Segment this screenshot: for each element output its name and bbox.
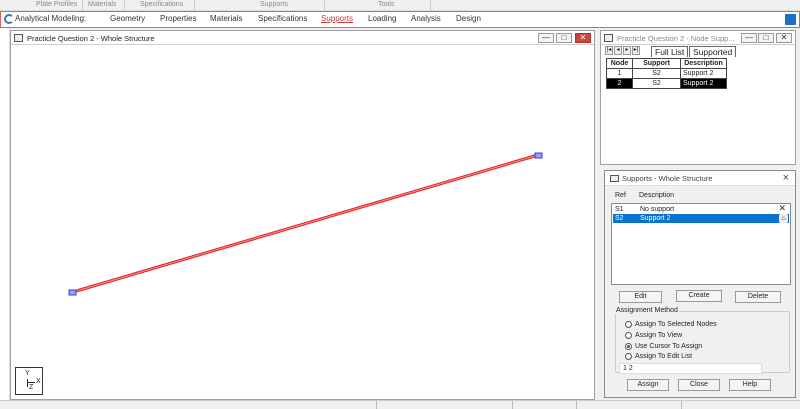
node-tabs: |◂ ◂ ▸ ▸| Full List Supported bbox=[605, 46, 791, 57]
node-cell[interactable]: 1 bbox=[606, 68, 633, 79]
col-node: Node bbox=[606, 58, 633, 69]
node-window-title: Practicle Question 2 - Node Supp... bbox=[617, 34, 735, 43]
window-icon bbox=[14, 34, 23, 42]
support-desc: Support 2 bbox=[640, 215, 671, 222]
create-button[interactable]: Create bbox=[676, 290, 722, 302]
next-arrow-icon[interactable]: ▸ bbox=[623, 46, 631, 55]
supports-dialog-titlebar[interactable]: Supports - Whole Structure × bbox=[605, 171, 795, 186]
maximize-button[interactable]: □ bbox=[556, 33, 572, 43]
axis-y-label: Y bbox=[25, 370, 30, 377]
left-strip bbox=[0, 28, 10, 400]
analytical-modeling-bar: Analytical Modeling: Geometry Properties… bbox=[0, 11, 800, 28]
member-highlight bbox=[72, 154, 539, 293]
assignment-method-label: Assignment Method bbox=[615, 307, 679, 314]
supports-list[interactable]: S1 No support ✕ S2 Support 2 ♨ bbox=[611, 203, 791, 285]
supports-dialog[interactable]: Supports - Whole Structure × Ref Descrip… bbox=[604, 170, 796, 398]
tab-specifications[interactable]: Specifications bbox=[258, 14, 307, 23]
edit-list-input[interactable]: 1 2 bbox=[619, 363, 762, 374]
axis-triad: Y X Z bbox=[15, 367, 43, 395]
status-bar bbox=[0, 400, 800, 409]
last-arrow-icon[interactable]: ▸| bbox=[632, 46, 640, 55]
supports-dialog-title: Supports - Whole Structure bbox=[622, 174, 713, 183]
close-button[interactable]: ✕ bbox=[776, 33, 792, 43]
table-row[interactable]: 2 S2 Support 2 bbox=[606, 78, 727, 89]
ribbon-group-row: Plate Profiles Materials Specifications … bbox=[0, 0, 800, 11]
node-2-support[interactable] bbox=[534, 152, 543, 159]
close-dialog-button[interactable]: Close bbox=[678, 379, 720, 391]
close-button[interactable]: ✕ bbox=[575, 33, 591, 43]
tab-loading[interactable]: Loading bbox=[368, 14, 396, 23]
radio-edit-list[interactable]: Assign To Edit List bbox=[625, 352, 692, 361]
help-button[interactable]: Help bbox=[729, 379, 771, 391]
structure-window-titlebar[interactable]: Practicle Question 2 - Whole Structure —… bbox=[11, 31, 594, 45]
col-support: Support bbox=[632, 58, 681, 69]
assign-button[interactable]: Assign bbox=[627, 379, 669, 391]
cross-icon: ✕ bbox=[778, 203, 786, 213]
delete-button[interactable]: Delete bbox=[735, 291, 781, 303]
minimize-button[interactable]: — bbox=[741, 33, 757, 43]
close-icon[interactable]: × bbox=[783, 172, 789, 184]
structure-window-title: Practicle Question 2 - Whole Structure bbox=[27, 34, 155, 43]
tab-supports[interactable]: Supports bbox=[321, 14, 353, 23]
radio-selected-nodes[interactable]: Assign To Selected Nodes bbox=[625, 320, 717, 329]
node-support-table: Node Support Description 1 S2 Support 2 … bbox=[606, 58, 727, 89]
nav-lead-label: Analytical Modeling: bbox=[15, 14, 87, 23]
window-icon bbox=[610, 175, 619, 182]
group-supports: Supports bbox=[260, 1, 289, 8]
node-window-titlebar[interactable]: Practicle Question 2 - Node Supp... — □ … bbox=[601, 31, 795, 45]
radio-label: Assign To Edit List bbox=[635, 353, 693, 360]
axis-z-label: Z bbox=[29, 384, 34, 391]
col-description: Description bbox=[680, 58, 727, 69]
edit-button[interactable]: Edit bbox=[619, 291, 662, 303]
description-header: Description bbox=[639, 192, 675, 199]
support-cell[interactable]: S2 bbox=[632, 68, 681, 79]
radio-assign-to-view[interactable]: Assign To View bbox=[625, 331, 682, 340]
table-row[interactable]: 1 S2 Support 2 bbox=[606, 68, 727, 79]
radio-label: Assign To Selected Nodes bbox=[635, 321, 717, 328]
tab-properties[interactable]: Properties bbox=[160, 14, 196, 23]
support-ref: S2 bbox=[615, 215, 624, 222]
group-tools: Tools bbox=[378, 1, 395, 8]
analytical-modeling-icon bbox=[4, 14, 14, 24]
node-1-support[interactable] bbox=[68, 289, 77, 296]
tab-supported[interactable]: Supported bbox=[689, 46, 737, 57]
radio-label: Assign To View bbox=[635, 332, 683, 339]
tab-full-list[interactable]: Full List bbox=[651, 46, 689, 57]
group-specifications: Specifications bbox=[140, 1, 184, 8]
axis-x-label: X bbox=[36, 378, 41, 385]
minimize-button[interactable]: — bbox=[538, 33, 554, 43]
window-icon bbox=[604, 34, 613, 42]
radio-use-cursor[interactable]: Use Cursor To Assign bbox=[625, 342, 702, 351]
tab-design[interactable]: Design bbox=[456, 14, 481, 23]
list-item[interactable]: S1 No support ✕ bbox=[613, 203, 789, 214]
list-item[interactable]: S2 Support 2 ♨ bbox=[613, 214, 789, 223]
maximize-button[interactable]: □ bbox=[758, 33, 774, 43]
node-cell[interactable]: 2 bbox=[606, 78, 633, 89]
node-supports-window[interactable]: Practicle Question 2 - Node Supp... — □ … bbox=[600, 30, 796, 165]
description-cell[interactable]: Support 2 bbox=[680, 68, 727, 79]
radio-label: Use Cursor To Assign bbox=[635, 343, 703, 350]
group-materials: Materials bbox=[88, 1, 117, 8]
structure-canvas[interactable] bbox=[11, 45, 596, 401]
structure-window[interactable]: Practicle Question 2 - Whole Structure —… bbox=[10, 30, 595, 400]
tab-materials[interactable]: Materials bbox=[210, 14, 242, 23]
support-ref: S1 bbox=[615, 206, 624, 213]
cursor-support-icon: ♨ bbox=[779, 214, 788, 223]
tab-geometry[interactable]: Geometry bbox=[110, 14, 145, 23]
prev-arrow-icon[interactable]: ◂ bbox=[614, 46, 622, 55]
support-cell[interactable]: S2 bbox=[632, 78, 681, 89]
first-arrow-icon[interactable]: |◂ bbox=[605, 46, 613, 55]
tab-analysis[interactable]: Analysis bbox=[411, 14, 441, 23]
panel-toggle-icon[interactable] bbox=[785, 14, 796, 25]
description-cell[interactable]: Support 2 bbox=[680, 78, 727, 89]
group-plate-profiles: Plate Profiles bbox=[36, 1, 78, 8]
ref-header: Ref bbox=[615, 192, 626, 199]
support-desc: No support bbox=[640, 206, 675, 213]
